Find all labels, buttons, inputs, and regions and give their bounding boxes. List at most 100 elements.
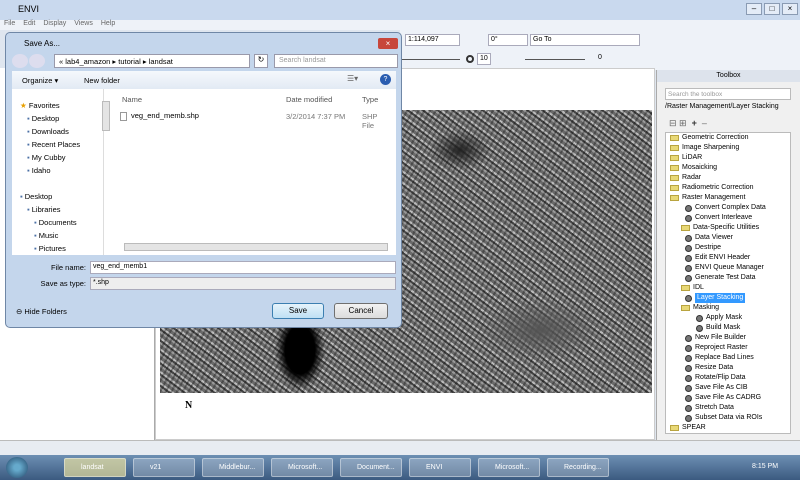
goto-select[interactable]: Go To	[530, 34, 640, 46]
toolbox-item-label: Save File As CADRG	[695, 394, 762, 401]
column-type[interactable]: Type	[362, 95, 378, 104]
toolbox-item[interactable]: Subset Data via ROIs	[666, 413, 790, 423]
taskbar-item[interactable]: Document...	[340, 458, 402, 477]
toolbox-item[interactable]: Convert Complex Data	[666, 203, 790, 213]
column-name[interactable]: Name	[122, 95, 142, 104]
minimize-button[interactable]: –	[746, 3, 762, 15]
start-button[interactable]	[6, 457, 28, 478]
taskbar-item[interactable]: Middlebur...	[202, 458, 264, 477]
crumb[interactable]: tutorial	[118, 57, 141, 66]
crumb[interactable]: lab4_amazon	[65, 57, 110, 66]
toolbox-item[interactable]: Apply Mask	[666, 313, 790, 323]
toolbox-item[interactable]: Reproject Raster	[666, 343, 790, 353]
toolbox-item[interactable]: Image Sharpening	[666, 143, 790, 153]
view-options-icon[interactable]: ☰▾	[347, 74, 358, 83]
taskbar-item[interactable]: landsat	[64, 458, 126, 477]
gear-icon	[685, 214, 692, 222]
column-date[interactable]: Date modified	[286, 95, 332, 104]
taskbar-item[interactable]: Microsoft...	[478, 458, 540, 477]
toolbox-search[interactable]: Search the toolbox	[665, 88, 791, 100]
toolbox-item[interactable]: ENVI Queue Manager	[666, 263, 790, 273]
nav-item[interactable]: ★ Favorites	[20, 99, 80, 112]
toolbox-item[interactable]: Radiometric Correction	[666, 183, 790, 193]
nav-item[interactable]: ▪ Desktop	[20, 112, 80, 125]
toolbox-item[interactable]: LiDAR	[666, 153, 790, 163]
nav-item[interactable]: ▪ Desktop	[20, 190, 80, 203]
toolbox-item[interactable]: Raster Management	[666, 193, 790, 203]
taskbar-item[interactable]: v21	[133, 458, 195, 477]
taskbar-item[interactable]: ENVI	[409, 458, 471, 477]
dialog-close-button[interactable]: ×	[378, 38, 398, 49]
nav-scrollbar[interactable]	[102, 101, 110, 131]
save-button[interactable]: Save	[272, 303, 324, 319]
hide-folders-button[interactable]: ⊖ Hide Folders	[16, 307, 67, 316]
toolbox-item[interactable]: Convert Interleave	[666, 213, 790, 223]
brightness-slider[interactable]	[400, 59, 460, 60]
toolbox-item[interactable]: Save File As CIB	[666, 383, 790, 393]
transparency-input[interactable]: 10	[477, 53, 491, 65]
maximize-button[interactable]: □	[764, 3, 780, 15]
toolbox-item[interactable]: IDL	[666, 283, 790, 293]
nav-item[interactable]: ▪ Pictures	[20, 242, 80, 255]
nav-item[interactable]: ▪ My Cubby	[20, 151, 80, 164]
new-folder-button[interactable]: New folder	[84, 76, 120, 85]
menu-help[interactable]: Help	[101, 20, 115, 27]
toolbox-item[interactable]: Mosaicking	[666, 163, 790, 173]
toolbox-item[interactable]: Destripe	[666, 243, 790, 253]
menu-file[interactable]: File	[4, 20, 15, 27]
toolbox-item[interactable]: Rotate/Flip Data	[666, 373, 790, 383]
menu-views[interactable]: Views	[74, 20, 93, 27]
search-input[interactable]: Search landsat	[274, 54, 398, 68]
toolbox-item[interactable]: Resize Data	[666, 363, 790, 373]
gear-icon	[685, 244, 692, 252]
menu-display[interactable]: Display	[43, 20, 66, 27]
back-button[interactable]	[12, 54, 28, 68]
toolbox-item-label: Destripe	[695, 244, 722, 251]
toolbox-item[interactable]: SPEAR	[666, 423, 790, 433]
toolbox-item[interactable]: Stretch Data	[666, 403, 790, 413]
close-button[interactable]: ×	[782, 3, 798, 15]
scale-select[interactable]: 1:114,097	[405, 34, 460, 46]
file-icon	[120, 111, 127, 121]
toolbox-item[interactable]: Geometric Correction	[666, 133, 790, 143]
toolbox-item[interactable]: Save File As CADRG	[666, 393, 790, 403]
help-icon[interactable]: ?	[380, 74, 391, 85]
toolbox-item[interactable]: Replace Bad Lines	[666, 353, 790, 363]
nav-item[interactable]: ▪ Downloads	[20, 125, 80, 138]
toolbox-item[interactable]: Data-Specific Utilities	[666, 223, 790, 233]
toolbox-item-label: Radiometric Correction	[682, 184, 754, 191]
toolbox-item[interactable]: Layer Stacking	[666, 293, 790, 303]
taskbar-item[interactable]: Recording...	[547, 458, 609, 477]
toolbox-item[interactable]: Radar	[666, 173, 790, 183]
sharpen-slider[interactable]	[525, 59, 585, 60]
cancel-button[interactable]: Cancel	[334, 303, 388, 319]
nav-item[interactable]: ▪ Recent Places	[20, 138, 80, 151]
gear-icon	[685, 334, 692, 342]
toolbox-item[interactable]: Edit ENVI Header	[666, 253, 790, 263]
file-row[interactable]: veg_end_memb.shp 3/2/2014 7:37 PM SHP Fi…	[120, 111, 390, 130]
organize-button[interactable]: Organize ▾	[22, 76, 58, 85]
address-bar[interactable]: « lab4_amazon ▸ tutorial ▸ landsat	[54, 54, 250, 68]
crumb[interactable]: landsat	[149, 57, 173, 66]
save-type-select[interactable]: *.shp	[90, 277, 396, 290]
toolbox-item[interactable]: Data Viewer	[666, 233, 790, 243]
refresh-button[interactable]: ↻	[254, 54, 268, 68]
rotation-select[interactable]: 0°	[488, 34, 528, 46]
toolbox-item-label: Geometric Correction	[682, 134, 749, 141]
horizontal-scrollbar[interactable]	[124, 243, 388, 251]
forward-button[interactable]	[29, 54, 45, 68]
toolbox-item[interactable]: Generate Test Data	[666, 273, 790, 283]
toolbox-item[interactable]: New File Builder	[666, 333, 790, 343]
toolbox-item[interactable]: Masking	[666, 303, 790, 313]
taskbar-item[interactable]: Microsoft...	[271, 458, 333, 477]
file-name-input[interactable]: veg_end_memb1	[90, 261, 396, 274]
file-browser: ★ Favorites ▪ Desktop ▪ Downloads ▪ Recent …	[12, 89, 396, 255]
nav-item[interactable]: ▪ Libraries	[20, 203, 80, 216]
nav-item[interactable]: ▪ Idaho	[20, 164, 80, 177]
nav-item[interactable]: ▪ Documents	[20, 216, 80, 229]
menu-edit[interactable]: Edit	[23, 20, 35, 27]
collapse-expand-icons[interactable]: ⊟ ⊞ + –	[669, 118, 707, 129]
nav-item[interactable]: ▪ Music	[20, 229, 80, 242]
sharpen-value[interactable]: 0	[596, 53, 610, 65]
toolbox-item[interactable]: Build Mask	[666, 323, 790, 333]
